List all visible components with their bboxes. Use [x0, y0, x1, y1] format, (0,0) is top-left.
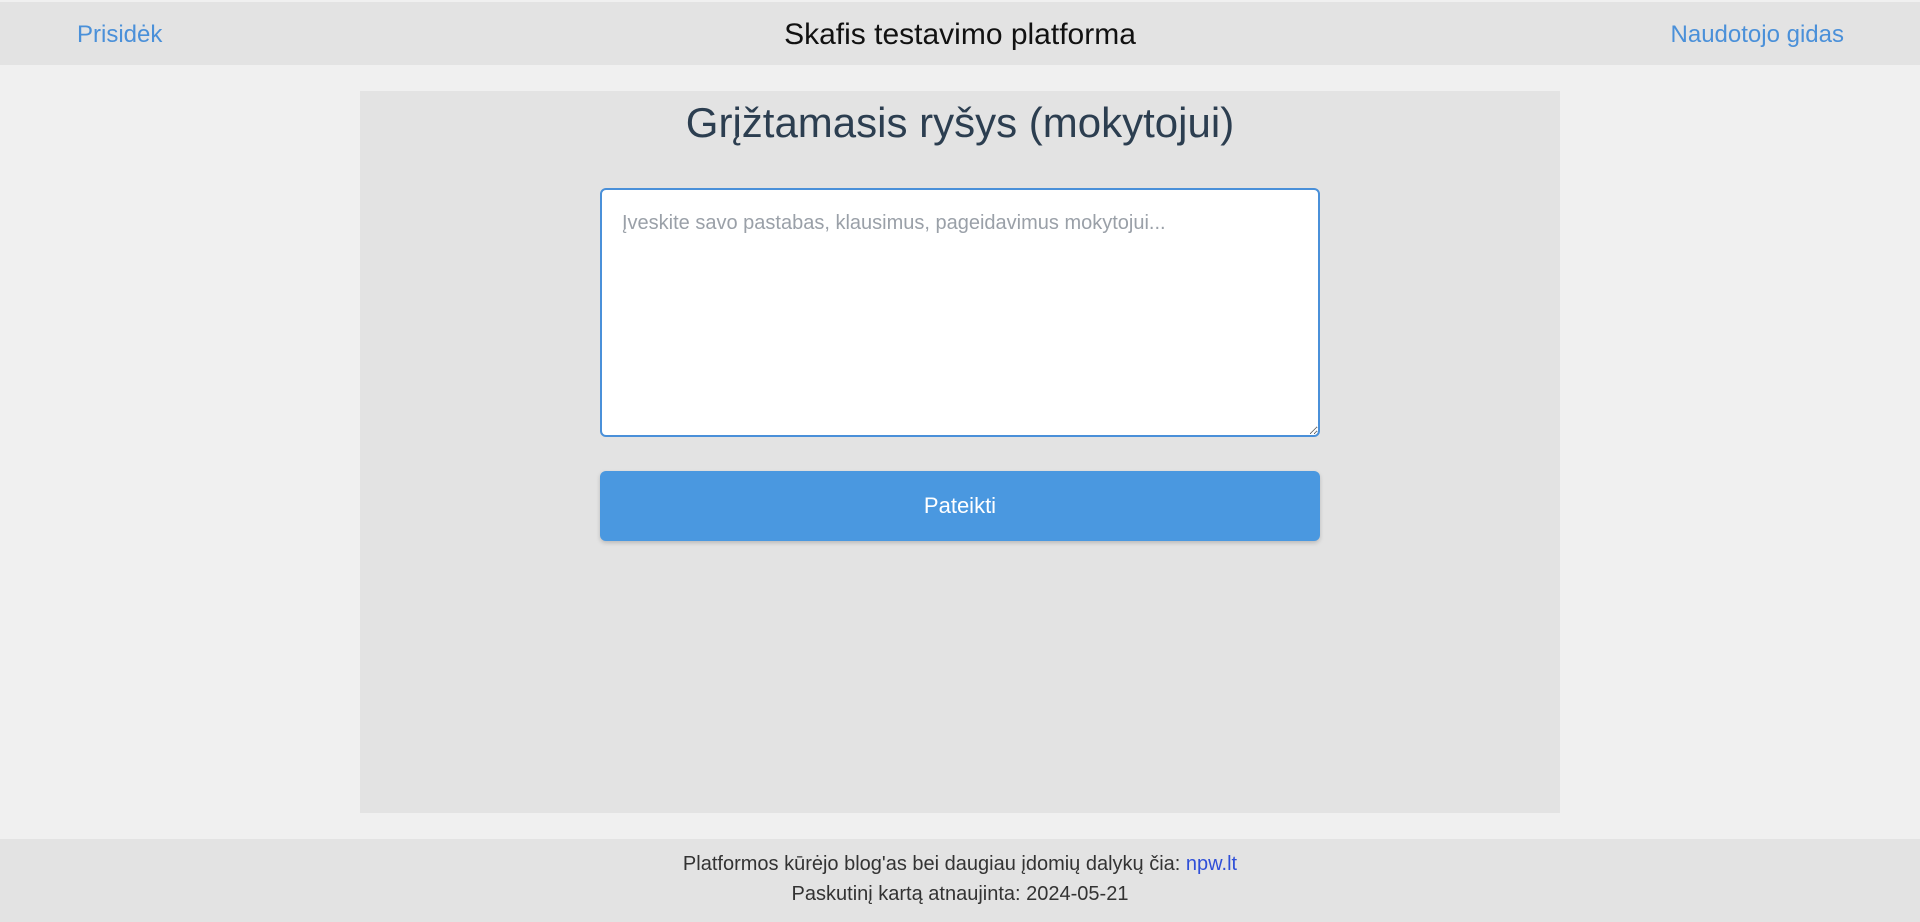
footer-updated-label: Paskutinį kartą atnaujinta:	[791, 883, 1021, 905]
app-title: Skafis testavimo platforma	[784, 18, 1136, 51]
user-guide-link[interactable]: Naudotojo gidas	[1671, 20, 1844, 50]
footer-updated-date: 2024-05-21	[1026, 883, 1129, 905]
footer-blog-link[interactable]: npw.lt	[1186, 853, 1237, 875]
top-navbar: Prisidėk Skafis testavimo platforma Naud…	[0, 2, 1920, 65]
page-title: Grįžtamasis ryšys (mokytojui)	[685, 99, 1235, 146]
feedback-textarea[interactable]	[600, 188, 1320, 437]
footer-blog-line: Platformos kūrėjo blog'as bei daugiau įd…	[0, 851, 1920, 877]
footer-updated-line: Paskutinį kartą atnaujinta: 2024-05-21	[0, 881, 1920, 907]
footer-blog-text: Platformos kūrėjo blog'as bei daugiau įd…	[682, 853, 1181, 875]
footer: Platformos kūrėjo blog'as bei daugiau įd…	[0, 839, 1920, 922]
feedback-panel: Grįžtamasis ryšys (mokytojui) Pateikti	[360, 91, 1560, 813]
submit-button[interactable]: Pateikti	[600, 471, 1320, 541]
